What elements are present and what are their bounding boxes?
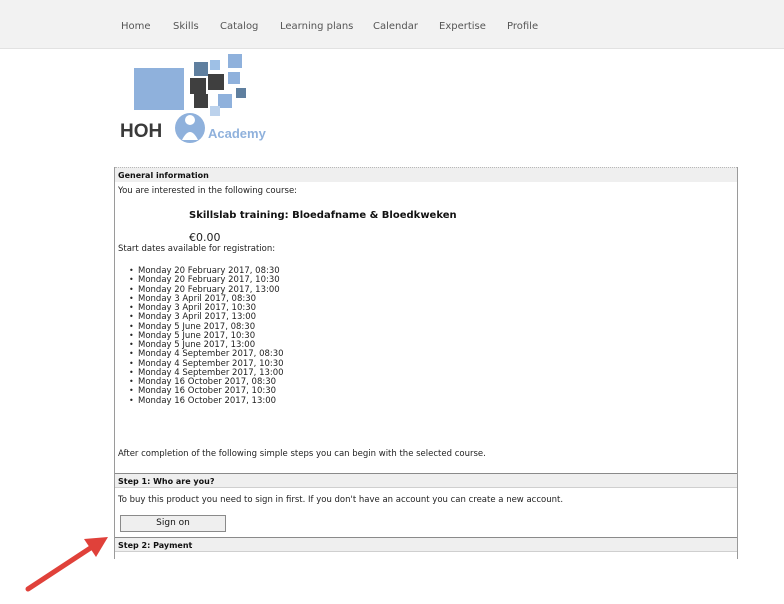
start-date-item: Monday 3 April 2017, 13:00 <box>129 312 284 322</box>
start-date-item: Monday 20 February 2017, 10:30 <box>129 275 284 285</box>
nav-learning-plans[interactable]: Learning plans <box>280 21 353 32</box>
annotation-arrow-icon <box>25 537 108 592</box>
general-information-header: General information <box>115 167 737 182</box>
nav-home[interactable]: Home <box>121 21 151 32</box>
step1-header: Step 1: Who are you? <box>115 473 737 488</box>
step2-header: Step 2: Payment <box>115 537 737 552</box>
start-date-item: Monday 4 September 2017, 10:30 <box>129 359 284 369</box>
start-date-item: Monday 4 September 2017, 08:30 <box>129 349 284 359</box>
course-registration-panel: General information You are interested i… <box>114 167 738 559</box>
top-navigation: Home Skills Catalog Learning plans Calen… <box>0 0 784 49</box>
nav-catalog[interactable]: Catalog <box>220 21 258 32</box>
start-date-item: Monday 20 February 2017, 08:30 <box>129 266 284 276</box>
dates-label: Start dates available for registration: <box>118 244 276 254</box>
step1-instructions: To buy this product you need to sign in … <box>118 495 564 505</box>
nav-skills[interactable]: Skills <box>173 21 199 32</box>
start-date-item: Monday 5 June 2017, 10:30 <box>129 331 284 341</box>
start-date-item: Monday 3 April 2017, 10:30 <box>129 303 284 313</box>
course-title: Skillslab training: Bloedafname & Bloedk… <box>189 210 457 221</box>
nav-expertise[interactable]: Expertise <box>439 21 486 32</box>
sign-on-button[interactable]: Sign on <box>120 515 226 532</box>
start-date-item: Monday 5 June 2017, 08:30 <box>129 322 284 332</box>
nav-calendar[interactable]: Calendar <box>373 21 418 32</box>
start-date-item: Monday 20 February 2017, 13:00 <box>129 285 284 295</box>
start-date-item: Monday 16 October 2017, 13:00 <box>129 396 284 406</box>
start-date-item: Monday 4 September 2017, 13:00 <box>129 368 284 378</box>
start-dates-list: Monday 20 February 2017, 08:30 Monday 20… <box>129 266 284 405</box>
hoh-academy-logo: HOH Academy <box>110 54 285 154</box>
start-date-item: Monday 3 April 2017, 08:30 <box>129 294 284 304</box>
start-date-item: Monday 16 October 2017, 08:30 <box>129 377 284 387</box>
course-price: €0.00 <box>189 231 221 244</box>
start-date-item: Monday 16 October 2017, 10:30 <box>129 386 284 396</box>
start-date-item: Monday 5 June 2017, 13:00 <box>129 340 284 350</box>
nav-profile[interactable]: Profile <box>507 21 538 32</box>
logo-brand-text: HOH <box>120 121 162 142</box>
logo-graphic: HOH Academy <box>120 54 267 143</box>
logo-wordmark-text: Academy <box>208 126 267 141</box>
course-intro-text: You are interested in the following cour… <box>118 186 298 196</box>
completion-note: After completion of the following simple… <box>118 449 486 459</box>
